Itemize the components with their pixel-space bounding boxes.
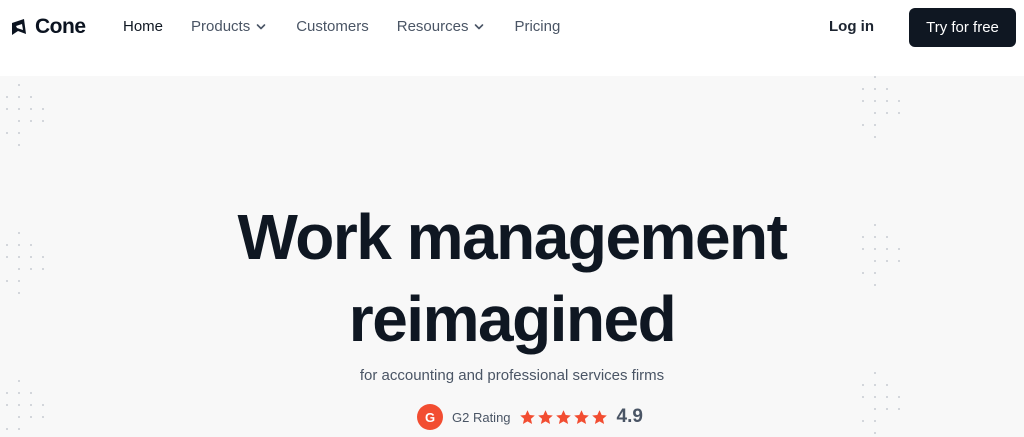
cone-logo-icon — [12, 19, 26, 35]
decor-dot — [18, 428, 20, 430]
star-icon — [555, 409, 571, 424]
decor-dot — [886, 408, 888, 410]
decor-dot — [874, 396, 876, 398]
rating-stars — [519, 409, 608, 426]
star-icon — [519, 409, 535, 424]
top-navigation: Cone Home Products Customers Resources P… — [0, 0, 1024, 76]
decor-dot — [18, 120, 20, 122]
decor-dot — [6, 108, 8, 110]
decor-dot — [874, 100, 876, 102]
decor-dot — [886, 100, 888, 102]
decor-dot — [886, 396, 888, 398]
decor-dot — [42, 108, 44, 110]
decor-dot — [862, 124, 864, 126]
decor-dot — [886, 112, 888, 114]
decor-dot — [18, 84, 20, 86]
nav-home-label: Home — [123, 18, 164, 35]
decor-dot — [862, 100, 864, 102]
brand-name: Cone — [35, 15, 86, 38]
hero-subtitle: for accounting and professional services… — [359, 367, 665, 384]
chevron-down-icon — [256, 23, 266, 29]
decor-dot — [886, 88, 888, 90]
decor-dot — [874, 112, 876, 114]
decor-dot — [30, 392, 32, 394]
decor-dot — [874, 88, 876, 90]
decor-dot — [886, 384, 888, 386]
decor-dot — [6, 404, 8, 406]
decor-dot — [6, 392, 8, 394]
decor-dot — [30, 120, 32, 122]
star-icon — [537, 409, 553, 424]
decor-dot — [30, 96, 32, 98]
nav-pricing-label: Pricing — [514, 18, 561, 35]
decor-dot — [18, 404, 20, 406]
nav-products[interactable]: Products — [191, 18, 266, 35]
try-for-free-button[interactable]: Try for free — [909, 8, 1016, 47]
nav-pricing[interactable]: Pricing — [514, 18, 560, 35]
decor-dot — [898, 100, 900, 102]
g2-logo-icon: G — [417, 404, 443, 430]
decor-dot — [18, 392, 20, 394]
rating-score: 4.9 — [616, 406, 643, 427]
decor-dot — [6, 132, 8, 134]
decor-dot — [30, 404, 32, 406]
decor-dot — [18, 144, 20, 146]
hero-title: Work management reimagined — [0, 196, 1024, 360]
nav-customers[interactable]: Customers — [296, 18, 369, 35]
nav-products-label: Products — [191, 18, 251, 35]
star-icon — [591, 409, 607, 424]
decor-dot — [874, 136, 876, 138]
g2-rating-label: G2 Rating — [452, 409, 511, 425]
decor-dot — [30, 416, 32, 418]
try-for-free-label: Try for free — [926, 19, 999, 36]
decor-dot — [6, 428, 8, 430]
decor-dot — [874, 408, 876, 410]
decor-dot — [874, 124, 876, 126]
nav-home[interactable]: Home — [123, 18, 163, 35]
decor-dot — [898, 396, 900, 398]
decor-dot — [898, 112, 900, 114]
star-icon — [573, 409, 589, 424]
hero-title-line-1: Work management — [237, 201, 788, 273]
hero-title-line-2: reimagined — [348, 283, 677, 355]
decor-dot — [862, 420, 864, 422]
decor-dot — [42, 416, 44, 418]
decor-dot — [18, 416, 20, 418]
decor-dot — [18, 96, 20, 98]
decor-dot — [874, 420, 876, 422]
nav-customers-label: Customers — [296, 18, 369, 35]
g2-rating[interactable]: G G2 Rating 4.9 — [417, 404, 643, 430]
decor-dot — [862, 384, 864, 386]
decor-dot — [6, 96, 8, 98]
decor-dot — [42, 120, 44, 122]
decor-dot — [898, 408, 900, 410]
nav-links: Home Products Customers Resources Pricin… — [123, 18, 560, 35]
nav-resources-label: Resources — [396, 18, 469, 35]
decor-dot — [874, 432, 876, 434]
decor-dot — [862, 396, 864, 398]
nav-resources[interactable]: Resources — [397, 18, 485, 35]
brand-logo[interactable]: Cone — [9, 15, 86, 39]
login-link[interactable]: Log in — [829, 18, 874, 35]
decor-dot — [862, 88, 864, 90]
decor-dot — [42, 404, 44, 406]
decor-dot — [874, 76, 876, 78]
decor-dot — [18, 108, 20, 110]
decor-dot — [874, 384, 876, 386]
decor-dot — [30, 108, 32, 110]
chevron-down-icon — [475, 23, 484, 29]
decor-dot — [18, 132, 20, 134]
